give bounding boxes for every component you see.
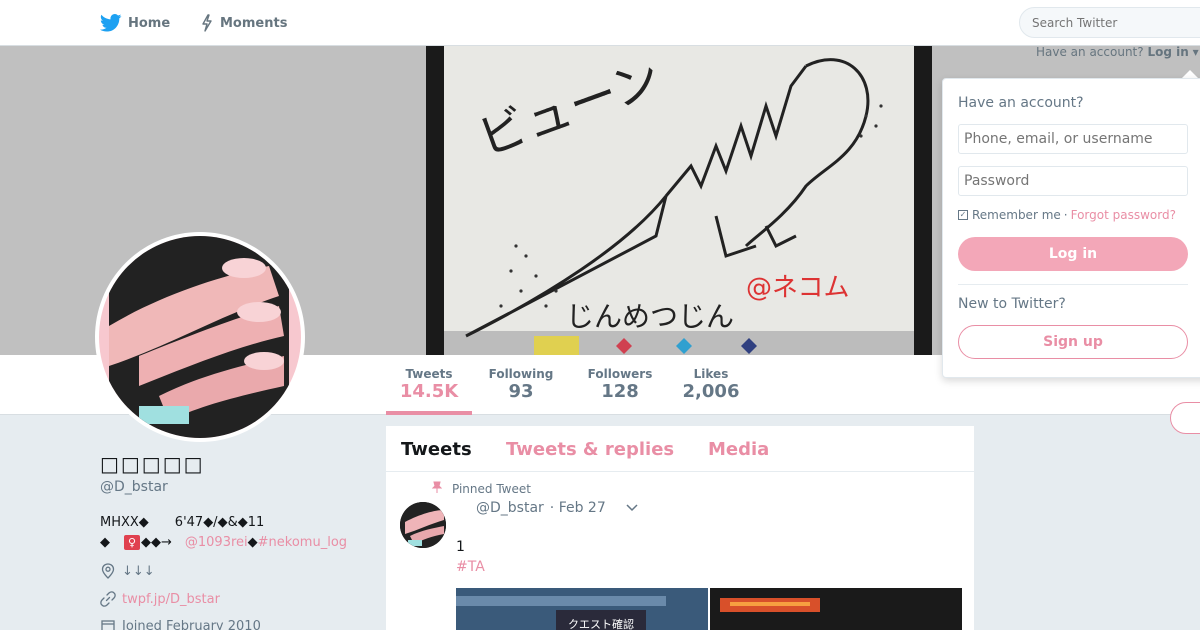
bio-line-2: ◆ ♀ ◆◆→ @1093rei◆#nekomu_log: [100, 531, 347, 550]
nav-moments[interactable]: Moments: [200, 13, 287, 33]
avatar-image: [99, 236, 301, 438]
tab-tweets-replies[interactable]: Tweets & replies: [506, 439, 674, 460]
link-icon: [100, 591, 116, 607]
bio-mention-link[interactable]: @1093rei: [185, 535, 248, 550]
follow-button[interactable]: [1170, 402, 1200, 434]
nav-moments-label: Moments: [220, 15, 288, 31]
tweet-avatar[interactable]: [400, 502, 446, 548]
timeline: Tweets Tweets & replies Media Pinned Twe…: [386, 426, 974, 630]
bio-text: ◆: [100, 535, 123, 550]
tweet-author-handle[interactable]: @D_bstar: [476, 500, 544, 516]
tweet-media-1[interactable]: クエスト確認: [456, 588, 708, 630]
banner-text-title: じんめつじん: [566, 300, 734, 333]
media-image-2: [710, 588, 962, 630]
remember-separator: ·: [1063, 208, 1068, 222]
login-dropdown: Have an account? ✓ Remember me · Forgot …: [942, 78, 1200, 378]
profile-url-link[interactable]: twpf.jp/D_bstar: [122, 592, 220, 607]
twitter-bird-icon: [100, 14, 122, 32]
dropdown-divider: [958, 284, 1188, 285]
nav-home[interactable]: Home: [100, 13, 170, 33]
stat-value: 2,006: [682, 381, 740, 402]
media-image-1: クエスト確認: [456, 588, 708, 630]
calendar-icon: [100, 618, 116, 630]
login-link[interactable]: Have an account? Log in ▾: [1036, 45, 1199, 59]
tweet-text: 1: [456, 539, 465, 555]
dropdown-caret: [1182, 70, 1198, 78]
stat-followers[interactable]: Followers 128: [584, 367, 656, 402]
stat-value: 14.5K: [399, 381, 459, 402]
media-caption: クエスト確認: [568, 617, 634, 630]
profile-joined: Joined February 2010: [100, 618, 261, 630]
profile-name: □□□□□: [100, 452, 205, 476]
profile-url: twpf.jp/D_bstar: [100, 591, 220, 607]
login-action[interactable]: Log in: [1147, 45, 1188, 59]
bio-text: ◆: [247, 535, 258, 550]
profile-handle[interactable]: @D_bstar: [100, 479, 168, 495]
stat-label: Likes: [693, 367, 729, 381]
pin-icon: [431, 481, 443, 496]
forgot-password-link[interactable]: Forgot password?: [1071, 208, 1176, 222]
tab-tweets[interactable]: Tweets: [401, 439, 472, 460]
tweet-date[interactable]: · Feb 27: [550, 500, 606, 516]
chevron-down-icon[interactable]: [626, 500, 638, 516]
banner-signature: @ネコム: [746, 273, 849, 303]
search-input[interactable]: [1019, 7, 1200, 38]
remember-label: Remember me: [972, 208, 1061, 222]
bio-line-1: MHXX◆ 6'47◆/◆&◆11: [100, 515, 265, 530]
banner-drawing: ビューン じんめつじん @ネコム: [444, 46, 914, 355]
joined-text: Joined February 2010: [122, 618, 261, 630]
stat-following[interactable]: Following 93: [486, 367, 556, 402]
username-field[interactable]: [958, 124, 1188, 154]
lightning-icon: [202, 14, 212, 32]
new-to-twitter-label: New to Twitter?: [958, 296, 1066, 312]
stat-label: Following: [488, 367, 554, 381]
timeline-tabs: Tweets Tweets & replies Media: [386, 426, 974, 472]
pinned-label: Pinned Tweet: [452, 481, 531, 496]
login-prompt: Have an account?: [1036, 45, 1144, 59]
nav-home-label: Home: [128, 15, 171, 31]
stat-likes[interactable]: Likes 2,006: [680, 367, 742, 402]
stat-label: Followers: [587, 367, 653, 381]
tweet-header: @D_bstar · Feb 27: [456, 500, 638, 516]
pinned-indicator: Pinned Tweet: [431, 481, 531, 496]
password-field[interactable]: [958, 166, 1188, 196]
location-text: ↓↓↓: [122, 563, 155, 579]
venus-icon: ♀: [124, 535, 140, 550]
login-button[interactable]: Log in: [958, 237, 1188, 271]
signup-button[interactable]: Sign up: [958, 325, 1188, 359]
caret-down-icon: ▾: [1192, 45, 1199, 59]
stat-value: 128: [601, 381, 639, 402]
banner-image: ビューン じんめつじん @ネコム: [426, 46, 932, 355]
tweet-hashtag-link[interactable]: #TA: [456, 559, 485, 575]
tab-media[interactable]: Media: [708, 439, 769, 460]
bio-text: ◆◆→: [141, 535, 185, 550]
remember-row: ✓ Remember me · Forgot password?: [958, 208, 1176, 222]
stat-label: Tweets: [405, 367, 453, 381]
location-pin-icon: [100, 563, 116, 579]
login-dropdown-title: Have an account?: [958, 95, 1084, 111]
bio-hashtag-link[interactable]: #nekomu_log: [258, 535, 347, 550]
avatar: [95, 232, 305, 442]
stat-value: 93: [508, 381, 534, 402]
top-navigation: Home Moments: [0, 0, 1200, 46]
stat-tweets[interactable]: Tweets 14.5K: [386, 367, 472, 415]
remember-checkbox[interactable]: ✓: [958, 210, 968, 220]
profile-location: ↓↓↓: [100, 563, 155, 579]
tweet-media-2[interactable]: [710, 588, 962, 630]
